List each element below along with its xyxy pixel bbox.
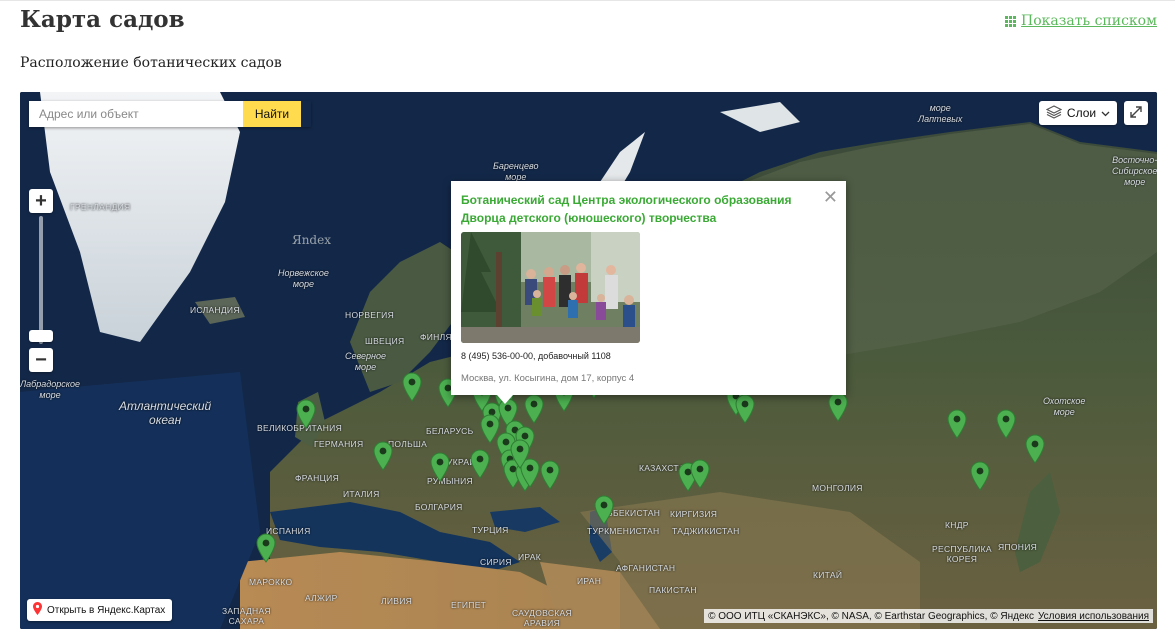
label-sweden: ШВЕЦИЯ xyxy=(365,336,405,346)
popup-phone: 8 (495) 536-00-00, добавочный 1108 xyxy=(461,351,611,361)
chevron-down-icon xyxy=(1101,106,1110,120)
label-algeria: АЛЖИР xyxy=(305,593,338,603)
garden-marker[interactable] xyxy=(256,533,276,563)
garden-photo xyxy=(461,232,640,343)
garden-marker[interactable] xyxy=(594,495,614,525)
garden-marker[interactable] xyxy=(735,394,755,424)
open-in-yandex-button[interactable]: Открыть в Яндекс.Картах xyxy=(27,599,173,621)
label-egypt: ЕГИПЕТ xyxy=(451,600,487,610)
garden-marker[interactable] xyxy=(1025,434,1045,464)
zoom-out-button[interactable]: − xyxy=(29,348,53,372)
search-input[interactable] xyxy=(29,101,243,127)
show-list-label[interactable]: Показать списком xyxy=(1021,13,1157,29)
terms-link[interactable]: Условия использования xyxy=(1038,611,1149,622)
label-kndr: КНДР xyxy=(945,520,969,530)
label-tajikistan: ТАДЖИКИСТАН xyxy=(672,526,740,536)
label-greenland: ГРЕНЛАНДИЯ xyxy=(70,202,131,212)
label-china: КИТАЙ xyxy=(813,570,843,580)
label-iceland: ИСЛАНДИЯ xyxy=(190,305,240,315)
garden-marker[interactable] xyxy=(540,460,560,490)
label-italy: ИТАЛИЯ xyxy=(343,489,380,499)
zoom-in-button[interactable]: + xyxy=(29,189,53,213)
label-mongolia: МОНГОЛИЯ xyxy=(812,483,863,493)
label-atlantic: Атлантический океан xyxy=(119,399,212,427)
label-bulgaria: БОЛГАРИЯ xyxy=(415,502,463,512)
label-pakistan: ПАКИСТАН xyxy=(649,585,697,595)
label-korea: РЕСПУБЛИКА КОРЕЯ xyxy=(932,544,992,564)
label-belarus: БЕЛАРУСЬ xyxy=(426,426,474,436)
label-turkmenistan: ТУРКМЕНИСТАН xyxy=(587,526,660,536)
label-okhotsk-sea: Охотское море xyxy=(1043,396,1086,417)
garden-popup: Ботанический сад Центра экологического о… xyxy=(451,181,846,395)
label-sahara: ЗАПАДНАЯ САХАРА xyxy=(222,606,271,626)
yandex-watermark: Яndex xyxy=(292,233,331,247)
label-norwegian-sea: Норвежское море xyxy=(278,268,329,289)
label-east-siberian-sea: Восточно- Сибирское море xyxy=(1112,155,1157,187)
label-libya: ЛИВИЯ xyxy=(381,596,413,606)
grid-icon xyxy=(1005,15,1017,27)
garden-marker[interactable] xyxy=(430,452,450,482)
attribution-text: © ООО ИТЦ «СКАНЭКС», © NASA, © Earthstar… xyxy=(708,610,1034,622)
garden-marker[interactable] xyxy=(970,461,990,491)
label-japan: ЯПОНИЯ xyxy=(998,542,1038,552)
label-labrador-sea: Лабрадорское море xyxy=(20,379,80,400)
garden-marker[interactable] xyxy=(296,399,316,429)
show-list-link[interactable]: Показать списком xyxy=(1005,13,1157,29)
label-poland: ПОЛЬША xyxy=(388,439,428,449)
garden-marker[interactable] xyxy=(947,409,967,439)
map-attribution: © ООО ИТЦ «СКАНЭКС», © NASA, © Earthstar… xyxy=(704,609,1153,623)
label-iraq: ИРАК xyxy=(518,552,542,562)
page-title: Карта садов xyxy=(20,6,185,33)
map-pin-icon xyxy=(33,602,42,618)
label-barents-sea: Баренцево море xyxy=(493,161,539,182)
open-in-yandex-label[interactable]: Открыть в Яндекс.Картах xyxy=(47,605,165,616)
popup-pointer xyxy=(497,395,513,404)
layers-icon xyxy=(1045,104,1063,122)
garden-marker[interactable] xyxy=(828,392,848,422)
popup-address: Москва, ул. Косыгина, дом 17, корпус 4 xyxy=(461,373,635,384)
minus-icon: − xyxy=(35,348,47,371)
layers-label: Слои xyxy=(1066,106,1097,120)
label-turkey: ТУРЦИЯ xyxy=(472,525,509,535)
expand-icon xyxy=(1130,105,1142,121)
search-button[interactable]: Найти xyxy=(243,101,301,127)
garden-marker[interactable] xyxy=(996,409,1016,439)
garden-marker[interactable] xyxy=(470,449,490,479)
label-afghanistan: АФГАНИСТАН xyxy=(616,563,676,573)
zoom-slider-track[interactable] xyxy=(39,216,43,344)
map-search: Найти xyxy=(29,101,311,127)
label-kyrgyzstan: КИРГИЗИЯ xyxy=(670,509,718,519)
garden-marker[interactable] xyxy=(524,394,544,424)
top-divider xyxy=(0,0,1175,1)
label-iran: ИРАН xyxy=(577,576,602,586)
garden-marker[interactable] xyxy=(480,414,500,444)
label-morocco: МАРОККО xyxy=(249,577,293,587)
garden-marker[interactable] xyxy=(402,372,422,402)
plus-icon: + xyxy=(35,189,47,212)
page-subtitle: Расположение ботанических садов xyxy=(20,55,282,71)
garden-marker[interactable] xyxy=(690,459,710,489)
garden-marker[interactable] xyxy=(373,441,393,471)
label-saudi: САУДОВСКАЯ АРАВИЯ xyxy=(512,608,572,628)
popup-title[interactable]: Ботанический сад Центра экологического о… xyxy=(461,191,806,227)
fullscreen-button[interactable] xyxy=(1124,101,1148,125)
label-syria: СИРИЯ xyxy=(480,557,512,567)
label-laptev-sea: море Лаптевых xyxy=(918,103,963,124)
close-icon[interactable]: ✕ xyxy=(823,188,838,206)
gardens-map[interactable]: Яndex ГРЕНЛАНДИЯ ИСЛАНДИЯ НОРВЕГИЯ ШВЕЦИ… xyxy=(20,92,1157,629)
label-north-sea: Северное море xyxy=(345,351,386,372)
zoom-slider-thumb[interactable] xyxy=(29,330,53,342)
garden-marker[interactable] xyxy=(510,439,530,469)
label-germany: ГЕРМАНИЯ xyxy=(314,439,364,449)
layers-button[interactable]: Слои xyxy=(1039,101,1117,125)
label-france: ФРАНЦИЯ xyxy=(295,473,340,483)
label-norway: НОРВЕГИЯ xyxy=(345,310,395,320)
